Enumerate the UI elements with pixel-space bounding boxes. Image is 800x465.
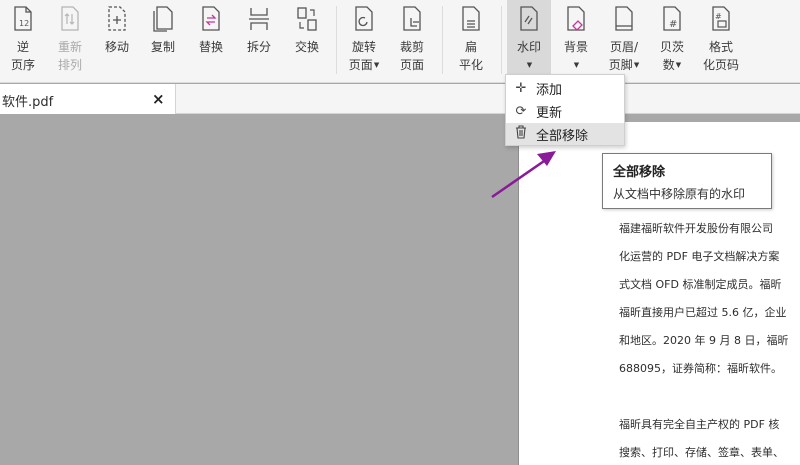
crop-page-button[interactable]: 裁剪 页面: [390, 0, 434, 80]
copy-label: 复制: [150, 40, 175, 54]
background-label: 背景 ▼: [563, 40, 588, 69]
replace-icon: [198, 4, 224, 34]
menu-item-label: 更新: [536, 105, 563, 121]
ribbon-separator: [442, 6, 443, 74]
watermark-button[interactable]: 水印 ▼: [507, 0, 551, 80]
ribbon-toolbar: 12 逆页序 重新 排列 移动 复制 替换 拆分 交换 旋转 页面▼ 裁剪 页面…: [0, 0, 800, 83]
document-text-line: 福昕直接用户已超过 5.6 亿，企业: [619, 306, 787, 319]
rearrange-button[interactable]: 重新 排列: [48, 0, 92, 80]
swap-button[interactable]: 交换: [288, 0, 326, 80]
copy-button[interactable]: 复制: [144, 0, 182, 80]
watermark-label: 水印 ▼: [516, 40, 541, 69]
menu-item-label: 全部移除: [536, 128, 589, 144]
flatten-icon: [458, 4, 484, 34]
rotate-page-label: 旋转 页面▼: [348, 40, 380, 72]
document-text-line: 式文档 OFD 标准制定成员。福昕: [619, 278, 782, 291]
move-button[interactable]: 移动: [98, 0, 136, 80]
split-button[interactable]: 拆分: [240, 0, 278, 80]
rotate-page-button[interactable]: 旋转 页面▼: [342, 0, 386, 80]
remove-all-tooltip: 全部移除 从文档中移除原有的水印: [602, 153, 772, 209]
tooltip-description: 从文档中移除原有的水印: [613, 187, 746, 201]
move-label: 移动: [104, 40, 129, 54]
reverse-pages-label: 逆页序: [10, 40, 35, 72]
document-text-line: 化运营的 PDF 电子文档解决方案: [619, 250, 780, 263]
trash-icon: [506, 125, 536, 143]
document-text-line: 搜索、打印、存储、签章、表单、: [619, 446, 784, 459]
menu-item-update[interactable]: ⟳ 更新: [506, 100, 624, 122]
bates-number-icon: #: [659, 4, 685, 34]
replace-button[interactable]: 替换: [192, 0, 230, 80]
rotate-page-icon: [351, 4, 377, 34]
background-icon: [563, 4, 589, 34]
document-text-line: 688095，证券简称：福昕软件。: [619, 362, 782, 375]
format-page-number-button[interactable]: # 格式 化页码: [698, 0, 744, 80]
header-footer-label: 页眉/页脚▼: [608, 40, 640, 72]
menu-item-add[interactable]: ✛ 添加: [506, 77, 624, 99]
swap-label: 交换: [294, 40, 319, 54]
move-icon: [104, 4, 130, 34]
svg-text:12: 12: [19, 19, 29, 28]
bates-number-button[interactable]: # 贝茨 数▼: [652, 0, 692, 80]
header-footer-icon: [611, 4, 637, 34]
rearrange-icon: [57, 4, 83, 34]
flatten-button[interactable]: 扁平化: [450, 0, 492, 80]
plus-icon: ✛: [515, 80, 527, 96]
refresh-icon: ⟳: [515, 103, 527, 119]
close-tab-icon[interactable]: ×: [152, 90, 165, 108]
document-text-line: 福昕具有完全自主产权的 PDF 核: [619, 418, 780, 431]
watermark-dropdown-menu: ✛ 添加 ⟳ 更新 全部移除: [505, 74, 625, 146]
svg-text:#: #: [669, 19, 677, 30]
ribbon-separator: [501, 6, 502, 74]
header-footer-button[interactable]: 页眉/页脚▼: [601, 0, 647, 80]
flatten-label: 扁平化: [458, 40, 483, 72]
watermark-icon: [516, 4, 542, 34]
replace-label: 替换: [198, 40, 223, 54]
format-page-number-icon: #: [708, 4, 734, 34]
svg-text:#: #: [715, 12, 722, 21]
crop-page-label: 裁剪 页面: [399, 40, 424, 72]
document-tab-strip: 软件.pdf ×: [0, 84, 800, 114]
menu-item-label: 添加: [536, 82, 563, 98]
reverse-pages-button[interactable]: 12 逆页序: [4, 0, 42, 80]
split-icon: [246, 4, 272, 34]
menu-item-remove-all[interactable]: 全部移除: [506, 123, 624, 145]
bates-number-label: 贝茨 数▼: [659, 40, 684, 72]
document-tab[interactable]: 软件.pdf ×: [0, 84, 176, 114]
document-text-line: 和地区。2020 年 9 月 8 日，福昕: [619, 334, 789, 347]
split-label: 拆分: [246, 40, 271, 54]
tooltip-title: 全部移除: [613, 165, 666, 180]
background-button[interactable]: 背景 ▼: [556, 0, 596, 80]
crop-page-icon: [399, 4, 425, 34]
document-text-line: 福建福昕软件开发股份有限公司: [619, 222, 773, 235]
reverse-pages-icon: 12: [10, 4, 36, 34]
rearrange-label: 重新 排列: [57, 40, 82, 72]
ribbon-separator: [336, 6, 337, 74]
format-page-number-label: 格式 化页码: [702, 40, 739, 72]
document-tab-title: 软件.pdf: [2, 95, 54, 110]
swap-icon: [294, 4, 320, 34]
copy-icon: [150, 4, 176, 34]
